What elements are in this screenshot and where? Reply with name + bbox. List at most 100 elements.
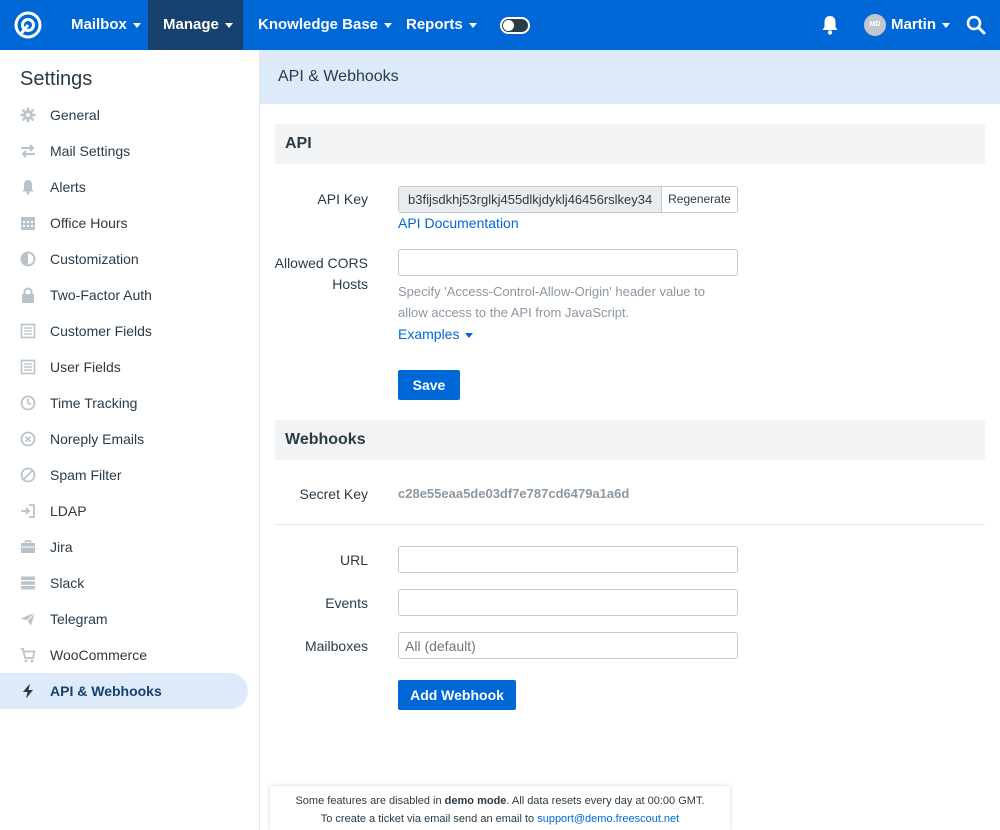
divider (275, 524, 985, 525)
mailboxes-label: Mailboxes (304, 638, 368, 654)
cors-help-text: Specify 'Access-Control-Allow-Origin' he… (398, 284, 705, 320)
send-icon (21, 612, 36, 626)
sidebar-item-api-webhooks[interactable]: API & Webhooks (0, 673, 248, 709)
secret-key-label: Secret Key (299, 486, 368, 502)
api-key-group: b3fijsdkhj53rglkj455dlkjdyklj46456rslkey… (398, 186, 738, 213)
sidebar-item-spam-filter[interactable]: Spam Filter (0, 457, 248, 493)
sidebar-item-alerts[interactable]: Alerts (0, 169, 248, 205)
x-circle-icon (20, 431, 36, 447)
sidebar-item-general[interactable]: General (0, 97, 248, 133)
clock-icon (20, 395, 36, 411)
sidebar-item-label: General (50, 107, 100, 123)
webhook-events-input[interactable] (398, 589, 738, 616)
nav-manage[interactable]: Manage (148, 0, 243, 50)
caret-down-icon (465, 332, 474, 338)
webhook-mailboxes-input[interactable] (398, 632, 738, 659)
sidebar-item-label: Alerts (50, 179, 86, 195)
nav-reports[interactable]: Reports (406, 0, 486, 50)
calendar-icon (21, 217, 35, 230)
api-documentation-link[interactable]: API Documentation (398, 215, 519, 231)
list-icon (20, 323, 36, 339)
sidebar-item-label: Customer Fields (50, 323, 152, 339)
api-key-field[interactable]: b3fijsdkhj53rglkj455dlkjdyklj46456rslkey… (399, 187, 662, 212)
sidebar-item-two-factor-auth[interactable]: Two-Factor Auth (0, 277, 248, 313)
sidebar-item-label: Noreply Emails (50, 431, 145, 447)
sidebar-item-customization[interactable]: Customization (0, 241, 248, 277)
bolt-icon (23, 683, 33, 699)
search-icon[interactable] (966, 15, 986, 35)
secret-key-value: c28e55eaa5de03df7e787cd6479a1a6d (398, 486, 630, 501)
sidebar-item-ldap[interactable]: LDAP (0, 493, 248, 529)
add-webhook-button[interactable]: Add Webhook (398, 680, 516, 710)
events-label: Events (325, 595, 368, 611)
save-button[interactable]: Save (398, 370, 460, 400)
sidebar-item-noreply-emails[interactable]: Noreply Emails (0, 421, 248, 457)
caret-down-icon (224, 22, 233, 28)
cors-hosts-label: Allowed CORS Hosts (260, 253, 368, 295)
sidebar-item-customer-fields[interactable]: Customer Fields (0, 313, 248, 349)
demo-notice-line1: Some features are disabled in demo mode.… (295, 795, 705, 807)
nav-mailbox[interactable]: Mailbox (60, 0, 148, 50)
sidebar-item-label: Spam Filter (50, 467, 122, 483)
dark-mode-toggle[interactable] (500, 17, 530, 34)
arrows-icon (21, 144, 35, 158)
cors-label-line2: Hosts (332, 276, 368, 292)
settings-sidebar: Settings General Mail Settings Alerts Of… (0, 50, 260, 830)
cart-icon (20, 648, 36, 663)
main-content: API & Webhooks API API Key b3fijsdkhj53r… (260, 50, 1000, 830)
briefcase-icon (21, 540, 35, 553)
webhooks-section-heading: Webhooks (275, 420, 985, 460)
bell-icon[interactable] (820, 14, 840, 36)
sidebar-item-user-fields[interactable]: User Fields (0, 349, 248, 385)
sidebar-item-label: Jira (50, 539, 73, 555)
login-icon (21, 504, 35, 518)
cors-hosts-input[interactable] (398, 249, 738, 276)
api-key-label: API Key (317, 191, 368, 207)
sidebar-item-jira[interactable]: Jira (0, 529, 248, 565)
nav-knowledge-base[interactable]: Knowledge Base (258, 0, 393, 50)
lock-icon (22, 287, 34, 303)
caret-down-icon (132, 22, 141, 28)
sidebar-item-label: Customization (50, 251, 139, 267)
user-menu[interactable]: Martin (891, 0, 950, 50)
sidebar-item-label: Two-Factor Auth (50, 287, 152, 303)
sidebar-title: Settings (20, 68, 93, 90)
regenerate-button[interactable]: Regenerate (662, 187, 737, 212)
webhook-url-input[interactable] (398, 546, 738, 573)
support-email-link[interactable]: support@demo.freescout.net (537, 813, 679, 825)
sidebar-item-time-tracking[interactable]: Time Tracking (0, 385, 248, 421)
caret-down-icon (468, 22, 477, 28)
examples-dropdown[interactable]: Examples (398, 326, 474, 342)
sidebar-item-label: WooCommerce (50, 647, 147, 663)
sidebar-item-mail-settings[interactable]: Mail Settings (0, 133, 248, 169)
demo-notice-line2: To create a ticket via email send an ema… (320, 813, 680, 825)
sidebar-item-label: Time Tracking (50, 395, 138, 411)
contrast-icon (20, 251, 36, 267)
cors-label-line1: Allowed CORS (274, 255, 368, 271)
sidebar-item-office-hours[interactable]: Office Hours (0, 205, 248, 241)
stack-icon (21, 576, 35, 590)
sidebar-item-telegram[interactable]: Telegram (0, 601, 248, 637)
toggle-knob (503, 20, 514, 31)
sidebar-item-label: Mail Settings (50, 143, 131, 159)
sidebar-item-label: Telegram (50, 611, 108, 627)
sidebar-item-label: API & Webhooks (50, 683, 162, 699)
bell-icon (22, 180, 34, 195)
sidebar-item-woocommerce[interactable]: WooCommerce (0, 637, 248, 673)
sidebar-item-label: Office Hours (50, 215, 128, 231)
ban-icon (20, 467, 36, 483)
sidebar-item-slack[interactable]: Slack (0, 565, 248, 601)
caret-down-icon (384, 22, 393, 28)
url-label: URL (339, 552, 368, 568)
demo-mode-notice: Some features are disabled in demo mode.… (270, 786, 730, 830)
gear-icon (20, 107, 36, 123)
top-navbar: Mailbox Manage Knowledge Base Reports MD… (0, 0, 1000, 50)
sidebar-item-label: User Fields (50, 359, 121, 375)
list-icon (20, 359, 36, 375)
freescout-logo-icon[interactable] (14, 11, 42, 39)
api-section-heading: API (275, 124, 985, 164)
page-title: API & Webhooks (260, 50, 1000, 104)
caret-down-icon (942, 22, 950, 28)
avatar[interactable]: MD (864, 14, 886, 36)
sidebar-item-label: LDAP (50, 503, 87, 519)
